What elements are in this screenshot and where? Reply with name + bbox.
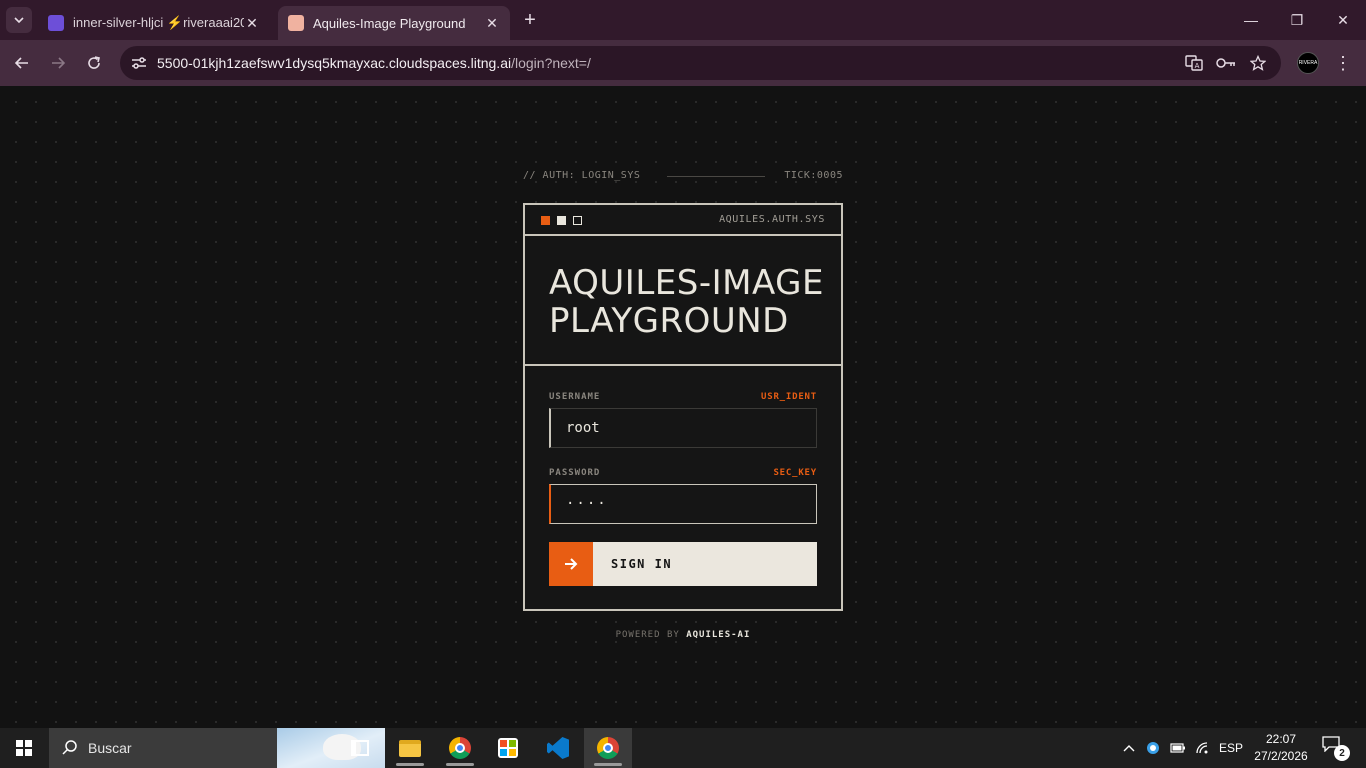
battery-icon[interactable]: [1168, 728, 1188, 768]
address-bar[interactable]: 5500-01kjh1zaefswv1dysq5kmayxac.cloudspa…: [120, 46, 1281, 80]
arrow-left-icon: [14, 57, 28, 69]
wifi-icon[interactable]: [1193, 728, 1213, 768]
search-placeholder: Buscar: [88, 740, 132, 756]
password-input[interactable]: ····: [549, 484, 817, 524]
tick-counter: TICK:0005: [784, 170, 843, 181]
folder-icon: [399, 739, 421, 757]
chevron-down-icon: [14, 17, 24, 24]
tab-aquiles-playground[interactable]: Aquiles-Image Playground ✕: [278, 6, 510, 40]
task-view-button[interactable]: [336, 728, 384, 768]
chevron-up-icon[interactable]: [1120, 728, 1138, 768]
chrome-icon: [449, 737, 471, 759]
chrome-profile-button[interactable]: [584, 728, 632, 768]
card-header: AQUILES.AUTH.SYS: [525, 205, 841, 236]
chrome-icon: [597, 737, 619, 759]
playground-favicon-icon: [288, 15, 304, 31]
login-card: AQUILES.AUTH.SYS AQUILES-IMAGE PLAYGROUN…: [523, 203, 843, 611]
orange-square-icon: [541, 216, 550, 225]
restore-button[interactable]: ❐: [1274, 0, 1320, 40]
password-label: PASSWORD: [549, 468, 601, 478]
username-tag: USR_IDENT: [761, 392, 817, 402]
file-explorer-button[interactable]: [386, 728, 434, 768]
filled-square-icon: [557, 216, 566, 225]
sign-in-button[interactable]: SIGN IN: [549, 542, 817, 586]
search-icon: [61, 739, 79, 757]
page-content: // AUTH: LOGIN_SYS TICK:0005 AQUILES.AUT…: [0, 86, 1366, 728]
lightning-favicon-icon: [48, 15, 64, 31]
notifications-button[interactable]: 2: [1322, 736, 1350, 761]
auth-header: // AUTH: LOGIN_SYS TICK:0005: [523, 170, 843, 184]
profile-avatar[interactable]: RIVERA: [1297, 52, 1319, 74]
arrow-right-icon: [549, 542, 593, 586]
svg-text:A: A: [1195, 62, 1200, 70]
powered-by: POWERED BY AQUILES-AI: [523, 630, 843, 640]
title-block: AQUILES-IMAGE PLAYGROUND: [525, 238, 841, 366]
tab-inner-silver[interactable]: inner-silver-hljci ⚡riveraaai2006 ✕: [38, 6, 270, 40]
username-label: USERNAME: [549, 392, 601, 402]
tray-app-icon[interactable]: [1144, 728, 1162, 768]
clock[interactable]: 22:07 27/2/2026: [1252, 731, 1310, 765]
browser-toolbar: 5500-01kjh1zaefswv1dysq5kmayxac.cloudspa…: [0, 40, 1366, 86]
tab-title: Aquiles-Image Playground: [313, 15, 466, 31]
url-path: /login?next=/: [511, 55, 591, 71]
more-vertical-icon[interactable]: ⋮: [1334, 52, 1352, 74]
minimize-button[interactable]: —: [1228, 0, 1274, 40]
forward-button[interactable]: [44, 49, 72, 77]
title-line-1: AQUILES-IMAGE: [549, 263, 824, 303]
header-divider: [667, 176, 765, 177]
url-host: 5500-01kjh1zaefswv1dysq5kmayxac.cloudspa…: [157, 55, 512, 71]
password-tag: SEC_KEY: [773, 468, 817, 478]
key-icon[interactable]: [1216, 54, 1236, 72]
clock-date: 27/2/2026: [1254, 749, 1308, 763]
vscode-icon: [547, 737, 569, 759]
url-text: 5500-01kjh1zaefswv1dysq5kmayxac.cloudspa…: [157, 55, 591, 71]
windows-taskbar: Buscar ESP 22:07 27/2/2026 2: [0, 728, 1366, 768]
arrow-right-icon: [52, 57, 66, 69]
powered-by-prefix: POWERED BY: [615, 630, 687, 640]
page-title: AQUILES-IMAGE PLAYGROUND: [549, 264, 824, 340]
tab-title: inner-silver-hljci ⚡riveraaai2006: [73, 15, 244, 30]
tab-search-button[interactable]: [6, 7, 32, 33]
outline-square-icon: [573, 216, 582, 225]
reload-icon: [88, 56, 100, 69]
store-button[interactable]: [484, 728, 532, 768]
title-line-2: PLAYGROUND: [549, 301, 789, 341]
translate-icon[interactable]: A: [1184, 54, 1204, 72]
chrome-button[interactable]: [436, 728, 484, 768]
task-view-icon: [351, 740, 369, 756]
language-indicator[interactable]: ESP: [1216, 728, 1246, 768]
auth-header-label: // AUTH: LOGIN_SYS: [523, 170, 641, 181]
browser-tab-bar: inner-silver-hljci ⚡riveraaai2006 ✕ Aqui…: [0, 0, 1366, 40]
back-button[interactable]: [8, 49, 36, 77]
brand-name: AQUILES-AI: [686, 630, 751, 640]
tab-close-icon[interactable]: ✕: [484, 15, 500, 32]
clock-time: 22:07: [1265, 732, 1297, 746]
system-label: AQUILES.AUTH.SYS: [719, 214, 825, 225]
store-icon: [498, 738, 518, 758]
notification-badge: 2: [1334, 745, 1350, 761]
tab-close-icon[interactable]: ✕: [244, 15, 260, 32]
windows-logo-icon: [16, 740, 32, 756]
star-icon[interactable]: [1248, 54, 1268, 72]
vscode-button[interactable]: [534, 728, 582, 768]
reload-button[interactable]: [80, 49, 108, 77]
site-info-icon[interactable]: [130, 54, 148, 72]
start-button[interactable]: [0, 728, 48, 768]
close-window-button[interactable]: ✕: [1320, 0, 1366, 40]
username-input[interactable]: root: [549, 408, 817, 448]
sign-in-label: SIGN IN: [611, 557, 673, 571]
taskbar-search[interactable]: Buscar: [49, 728, 385, 768]
new-tab-button[interactable]: +: [518, 8, 542, 32]
